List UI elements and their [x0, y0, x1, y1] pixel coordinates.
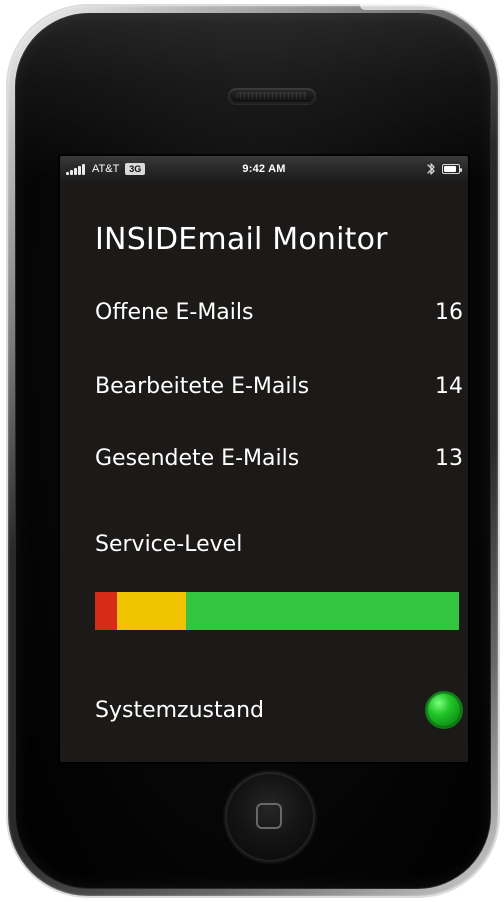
- home-button-icon: [256, 803, 282, 829]
- service-level-segment-red: [95, 592, 117, 630]
- service-level-bar: [95, 592, 459, 630]
- speaker-grill: [236, 92, 308, 100]
- service-level-segment-green: [185, 592, 459, 630]
- metric-row-open-emails: Offene E-Mails 16: [95, 292, 463, 332]
- insidemail-monitor-app: INSIDEmail Monitor Offene E-Mails 16 Bea…: [60, 182, 468, 762]
- battery-icon: [442, 164, 462, 174]
- system-status-indicator: [425, 691, 463, 729]
- metric-row-sent-emails: Gesendete E-Mails 13: [95, 438, 463, 478]
- service-level-label: Service-Level: [95, 532, 243, 557]
- earpiece-speaker: [228, 88, 316, 104]
- bluetooth-icon: [427, 163, 435, 175]
- status-bar: AT&T 3G 9:42 AM: [60, 156, 468, 182]
- metric-value: 14: [435, 373, 463, 399]
- battery-level-fill: [444, 166, 456, 172]
- phone-screen: AT&T 3G 9:42 AM INSIDEmail Monitor Offen…: [60, 156, 468, 762]
- metric-value: 13: [435, 445, 463, 471]
- metric-row-processed-emails: Bearbeitete E-Mails 14: [95, 366, 463, 406]
- app-title: INSIDEmail Monitor: [95, 222, 388, 257]
- metric-label: Gesendete E-Mails: [95, 445, 300, 471]
- status-time: 9:42 AM: [242, 163, 286, 175]
- metric-label: Offene E-Mails: [95, 299, 254, 325]
- metric-label: Bearbeitete E-Mails: [95, 373, 310, 399]
- status-right: [426, 156, 462, 182]
- metric-value: 16: [435, 299, 463, 325]
- iphone-device: AT&T 3G 9:42 AM INSIDEmail Monitor Offen…: [8, 6, 498, 896]
- system-state-row: Systemzustand: [95, 690, 463, 730]
- top-edge-reflection: [360, 0, 480, 10]
- system-state-label: Systemzustand: [95, 697, 265, 723]
- service-level-segment-yellow: [116, 592, 186, 630]
- home-button[interactable]: [225, 772, 315, 862]
